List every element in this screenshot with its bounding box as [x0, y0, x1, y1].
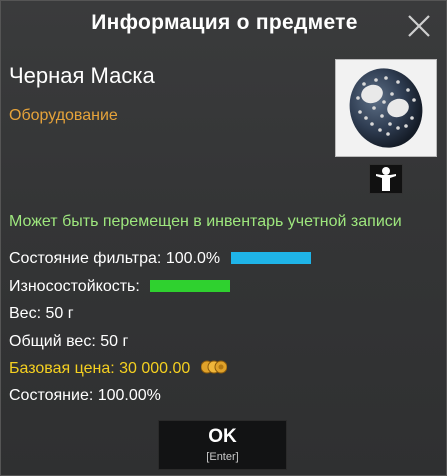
weight-stat: Вес: 50 г — [9, 305, 74, 323]
filter-value: 100.0% — [165, 250, 221, 267]
condition-stat: Состояние: 100.00% — [9, 387, 161, 405]
ok-label: OK — [208, 426, 237, 447]
item-info-dialog: Информация о предмете Черная Маска Обору… — [0, 0, 447, 476]
item-name: Черная Маска — [9, 63, 155, 88]
filter-bar — [230, 251, 311, 264]
dialog-title: Информация о предмете — [91, 11, 358, 34]
character-equip-icon — [369, 164, 403, 194]
hockey-mask-icon — [349, 68, 423, 148]
condition-value: 100.00% — [97, 387, 161, 404]
durability-stat: Износостойкость: — [9, 278, 231, 296]
close-button[interactable] — [406, 13, 432, 39]
ok-button[interactable]: OK [Enter] — [158, 420, 287, 470]
account-transfer-note: Может быть перемещен в инвентарь учетной… — [9, 213, 402, 230]
item-category: Оборудование — [9, 107, 118, 124]
ok-hint: [Enter] — [206, 451, 239, 463]
condition-label: Состояние: — [9, 387, 94, 404]
price-stat: Базовая цена: 30 000.00 — [9, 360, 227, 378]
price-value: 30 000.00 — [119, 360, 191, 377]
durability-label: Износостойкость: — [9, 278, 140, 295]
total-weight-label: Общий вес: — [9, 333, 96, 350]
item-image — [335, 59, 437, 157]
durability-bar — [150, 279, 231, 292]
weight-label: Вес: — [9, 305, 42, 322]
filter-label: Состояние фильтра: — [9, 250, 162, 267]
price-label: Базовая цена: — [9, 360, 115, 377]
close-icon — [408, 15, 430, 37]
total-weight-stat: Общий вес: 50 г — [9, 333, 128, 351]
total-weight-value: 50 г — [100, 333, 129, 350]
weight-value: 50 г — [45, 305, 74, 322]
coins-icon — [200, 360, 227, 374]
filter-stat: Состояние фильтра: 100.0% — [9, 250, 311, 268]
